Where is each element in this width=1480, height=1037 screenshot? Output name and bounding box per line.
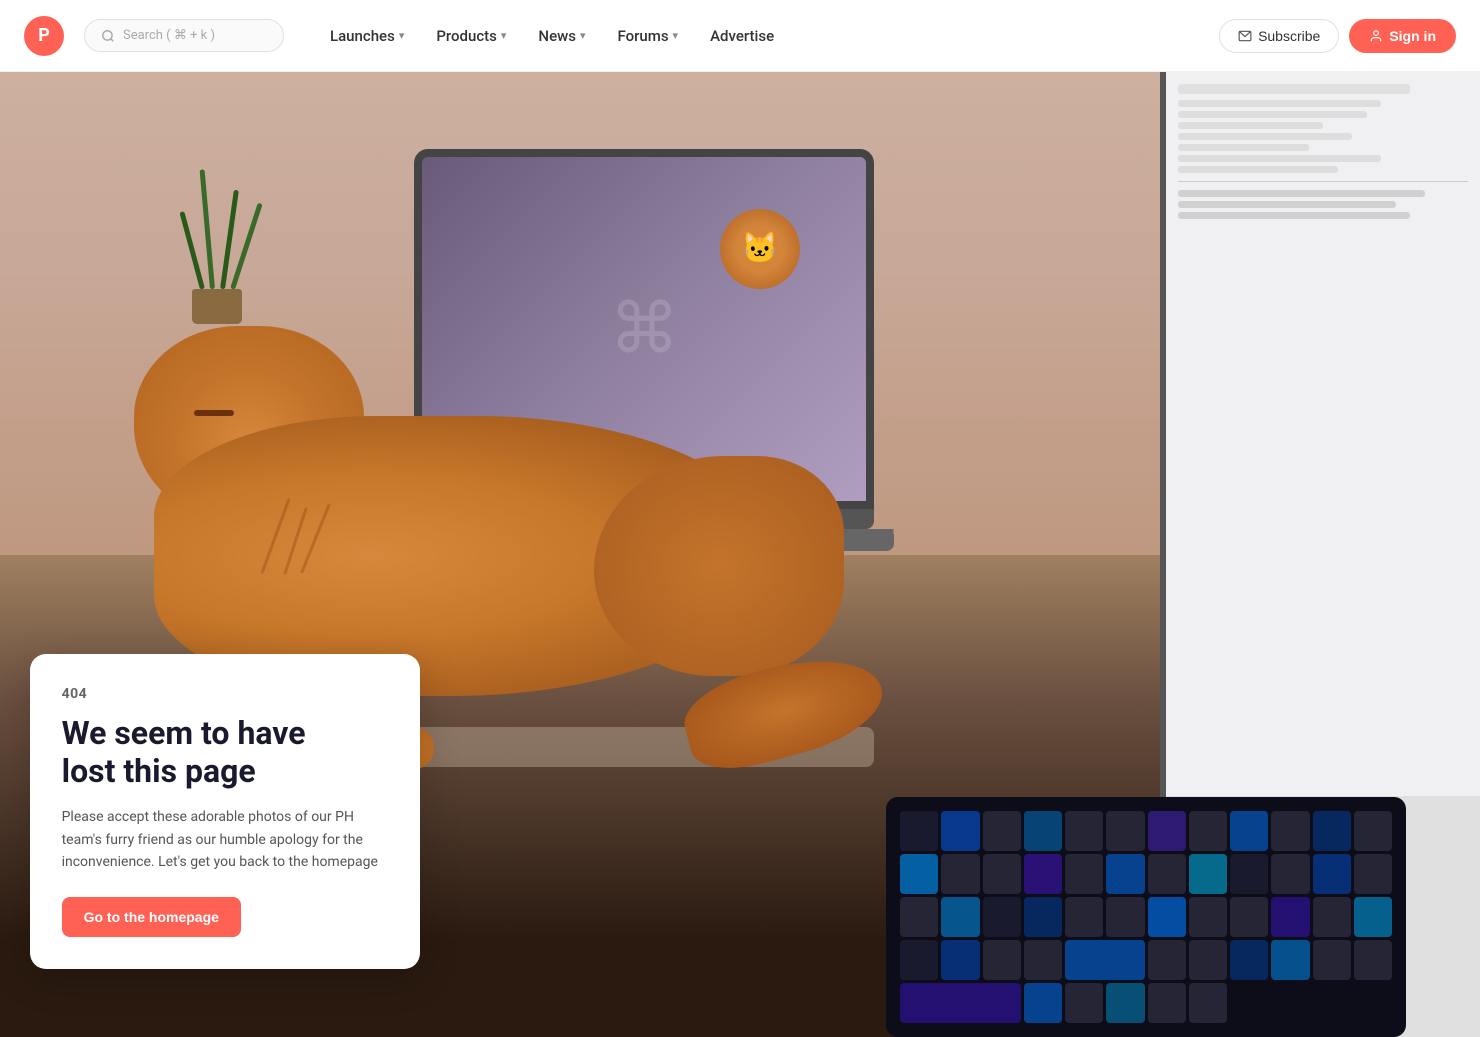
error-card: 404 We seem to have lost this page Pleas… (30, 654, 420, 970)
chevron-down-icon: ▾ (501, 29, 507, 42)
search-bar[interactable]: Search ( ⌘ + k ) (84, 19, 284, 52)
keyboard-decoration (886, 797, 1406, 1037)
logo[interactable]: P (24, 16, 64, 56)
nav-item-products[interactable]: Products ▾ (422, 19, 520, 53)
error-title: We seem to have lost this page (62, 714, 388, 791)
homepage-button[interactable]: Go to the homepage (62, 897, 241, 937)
hero-section: ⌘ 🐱 (0, 72, 1480, 1037)
error-description: Please accept these adorable photos of o… (62, 806, 388, 873)
nav-right: Subscribe Sign in (1219, 19, 1456, 53)
envelope-icon (1238, 29, 1252, 43)
error-code: 404 (62, 686, 388, 702)
plant-decoration (192, 169, 242, 324)
user-icon (1369, 29, 1383, 43)
search-icon (101, 29, 115, 43)
chevron-down-icon: ▾ (673, 29, 679, 42)
search-placeholder: Search ( ⌘ + k ) (123, 28, 215, 43)
nav-links: Launches ▾ Products ▾ News ▾ Forums ▾ Ad… (316, 19, 1207, 53)
signin-button[interactable]: Sign in (1349, 19, 1456, 53)
subscribe-button[interactable]: Subscribe (1219, 19, 1339, 53)
navbar: P Search ( ⌘ + k ) Launches ▾ Products ▾… (0, 0, 1480, 72)
chevron-down-icon: ▾ (399, 29, 405, 42)
nav-item-news[interactable]: News ▾ (524, 19, 599, 53)
nav-item-advertise[interactable]: Advertise (696, 19, 788, 53)
chevron-down-icon: ▾ (580, 29, 586, 42)
nav-item-forums[interactable]: Forums ▾ (603, 19, 692, 53)
nav-item-launches[interactable]: Launches ▾ (316, 19, 418, 53)
